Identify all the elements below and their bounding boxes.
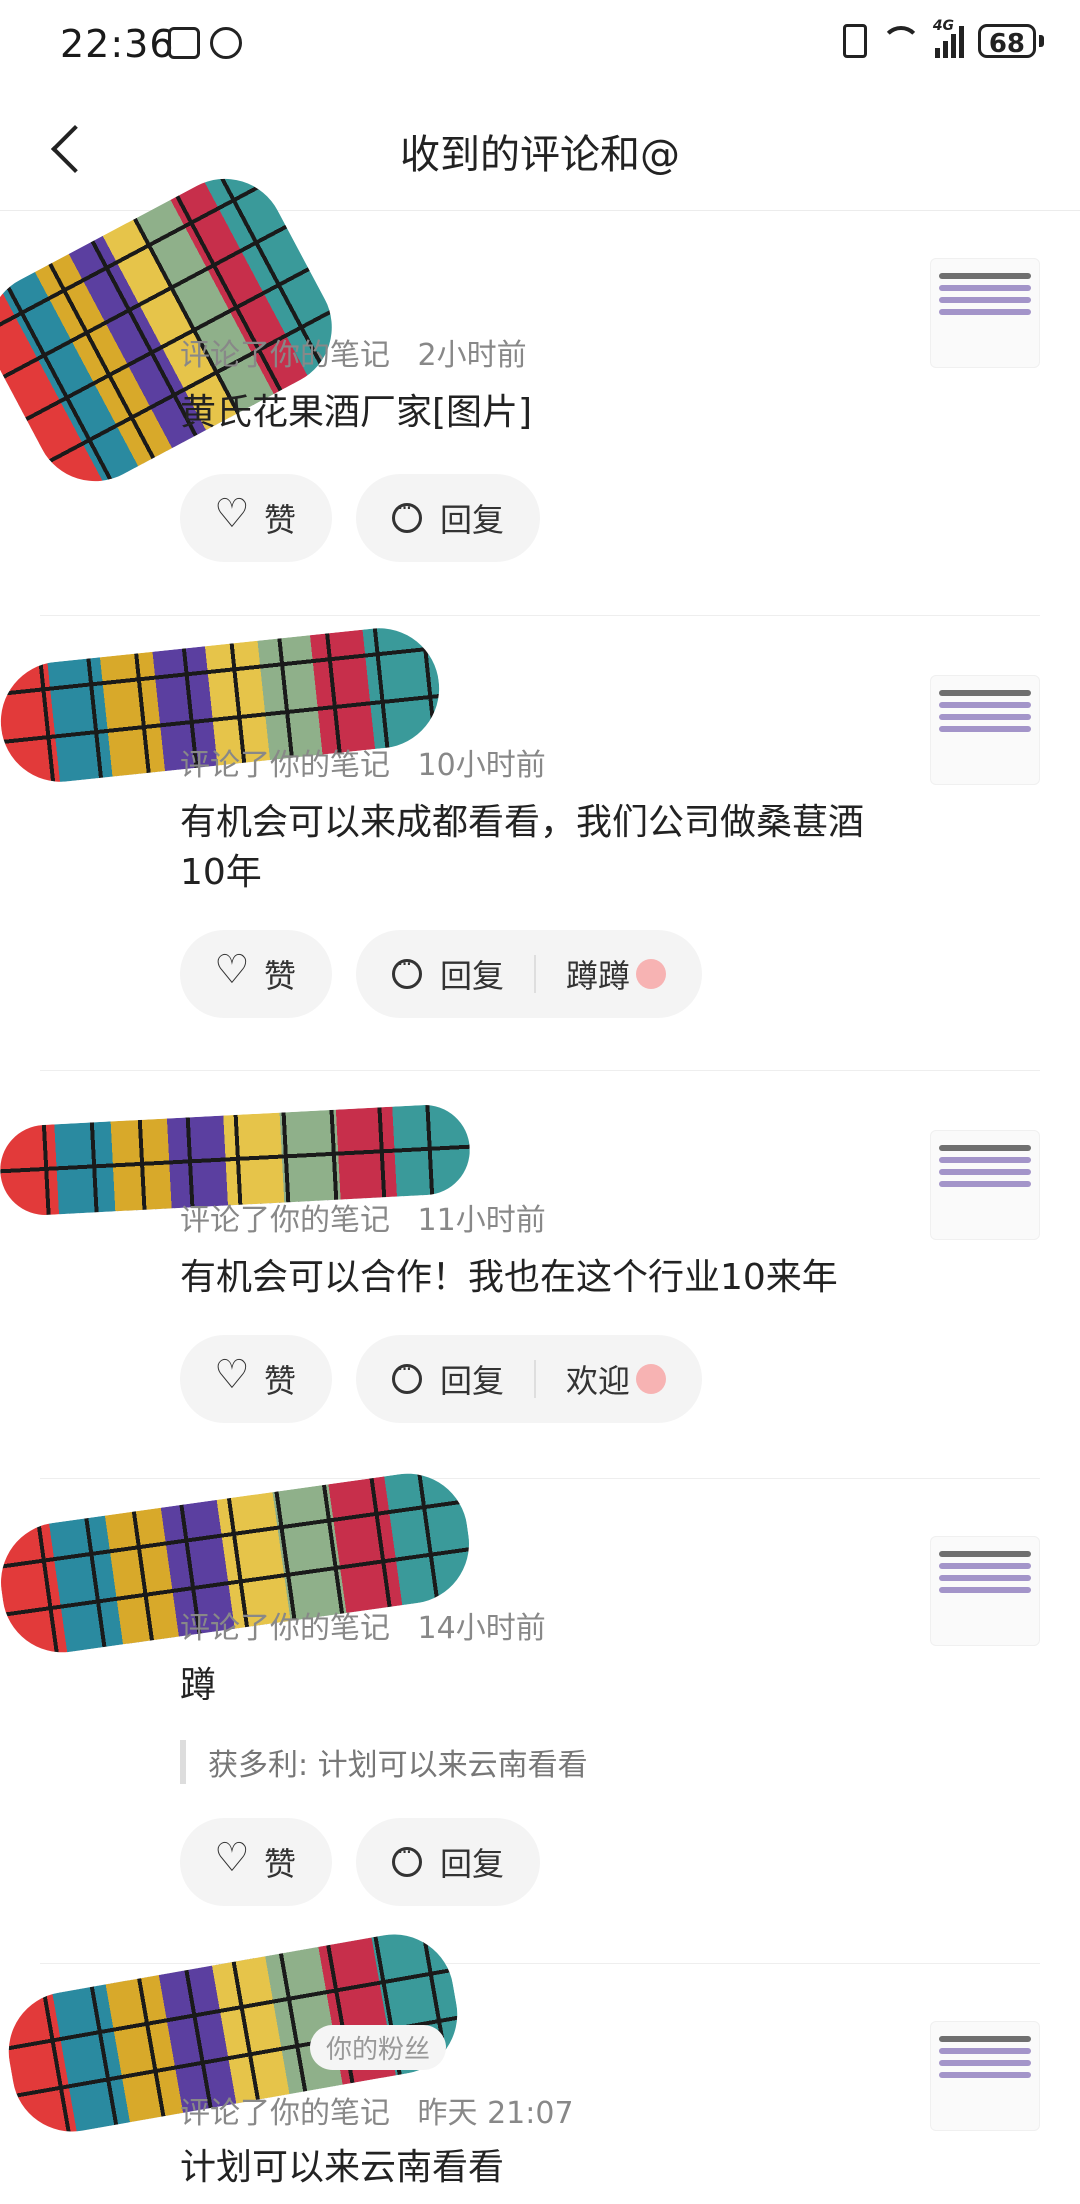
comment-time: 11小时前 bbox=[417, 1203, 546, 1238]
emoji-icon bbox=[636, 959, 667, 989]
signal-icon: 4G bbox=[933, 18, 964, 58]
like-button[interactable]: 赞 bbox=[180, 1335, 333, 1423]
comment-action: 评论了你的笔记 bbox=[180, 748, 390, 783]
comment-time: 10小时前 bbox=[417, 748, 546, 783]
like-button[interactable]: 赞 bbox=[180, 930, 333, 1018]
notification-item[interactable]: 评论了你的笔记 11小时前 有机会可以合作！我也在这个行业10来年 赞 回复 欢… bbox=[0, 1070, 1080, 1480]
heart-icon bbox=[214, 947, 250, 993]
like-button[interactable]: 赞 bbox=[180, 1818, 333, 1906]
heart-icon bbox=[214, 491, 250, 537]
battery-level: 68 bbox=[977, 24, 1036, 59]
reply-button[interactable]: 回复 bbox=[356, 474, 541, 562]
note-thumbnail[interactable] bbox=[930, 1536, 1040, 1646]
comment-icon bbox=[392, 952, 423, 989]
comment-action: 评论了你的笔记 bbox=[180, 2096, 390, 2131]
quoted-comment: 获多利: 计划可以来云南看看 bbox=[180, 1740, 588, 1784]
note-thumbnail[interactable] bbox=[930, 1130, 1040, 1240]
battery-icon: 68 bbox=[977, 24, 1044, 59]
quick-reply[interactable]: 蹲蹲 bbox=[566, 951, 630, 997]
comment-time: 昨天 21:07 bbox=[417, 2096, 574, 2131]
notification-item[interactable]: 你的粉丝 评论了你的笔记 昨天 21:07 计划可以来云南看看 bbox=[0, 1924, 1080, 2204]
comment-text: 蹲 bbox=[180, 1665, 217, 1706]
comment-icon bbox=[392, 1357, 423, 1394]
heart-icon bbox=[214, 1352, 250, 1398]
like-button[interactable]: 赞 bbox=[180, 474, 333, 562]
notification-item[interactable]: 评论了你的笔记 10小时前 有机会可以来成都看看，我们公司做桑葚酒10年 赞 回… bbox=[0, 615, 1080, 1070]
comment-text: 有机会可以合作！我也在这个行业10来年 bbox=[180, 1257, 838, 1298]
notification-item[interactable]: 评论了你的笔记 2小时前 黄氏花果酒厂家[图片] 赞 回复 bbox=[0, 157, 1080, 610]
reply-button[interactable]: 回复 蹲蹲 bbox=[356, 930, 703, 1018]
status-bar: 22:36 4G 68 bbox=[0, 0, 1080, 90]
comment-text: 有机会可以来成都看看，我们公司做桑葚酒10年 bbox=[180, 802, 865, 893]
network-type: 4G bbox=[932, 18, 955, 34]
reply-button[interactable]: 回复 欢迎 bbox=[356, 1335, 703, 1423]
alarm-icon bbox=[210, 27, 242, 59]
comment-time: 2小时前 bbox=[417, 338, 527, 373]
page-title: 收到的评论和@ bbox=[400, 132, 680, 178]
comment-action: 评论了你的笔记 bbox=[180, 1611, 390, 1646]
comment-action: 评论了你的笔记 bbox=[180, 338, 390, 373]
note-thumbnail[interactable] bbox=[930, 258, 1040, 368]
comment-text: 黄氏花果酒厂家[图片] bbox=[180, 392, 533, 433]
note-thumbnail[interactable] bbox=[930, 675, 1040, 785]
page-header: 收到的评论和@ bbox=[0, 90, 1080, 211]
emoji-icon bbox=[636, 1364, 667, 1394]
comment-text: 计划可以来云南看看 bbox=[180, 2147, 505, 2188]
note-thumbnail[interactable] bbox=[930, 2021, 1040, 2131]
wifi-icon bbox=[880, 26, 921, 56]
status-time: 22:36 bbox=[60, 22, 175, 66]
reply-button[interactable]: 回复 bbox=[356, 1818, 541, 1906]
comment-icon bbox=[392, 1840, 423, 1877]
vibrate-icon bbox=[842, 24, 867, 58]
nfc-icon bbox=[168, 27, 200, 59]
comment-icon bbox=[392, 496, 423, 533]
notification-item[interactable]: 评论了你的笔记 14小时前 蹲 获多利: 计划可以来云南看看 赞 回复 bbox=[0, 1465, 1080, 1963]
heart-icon bbox=[214, 1835, 250, 1881]
comment-time: 14小时前 bbox=[417, 1611, 546, 1646]
comment-action: 评论了你的笔记 bbox=[180, 1203, 390, 1238]
fan-badge: 你的粉丝 bbox=[310, 2025, 447, 2070]
quick-reply[interactable]: 欢迎 bbox=[566, 1356, 630, 1402]
